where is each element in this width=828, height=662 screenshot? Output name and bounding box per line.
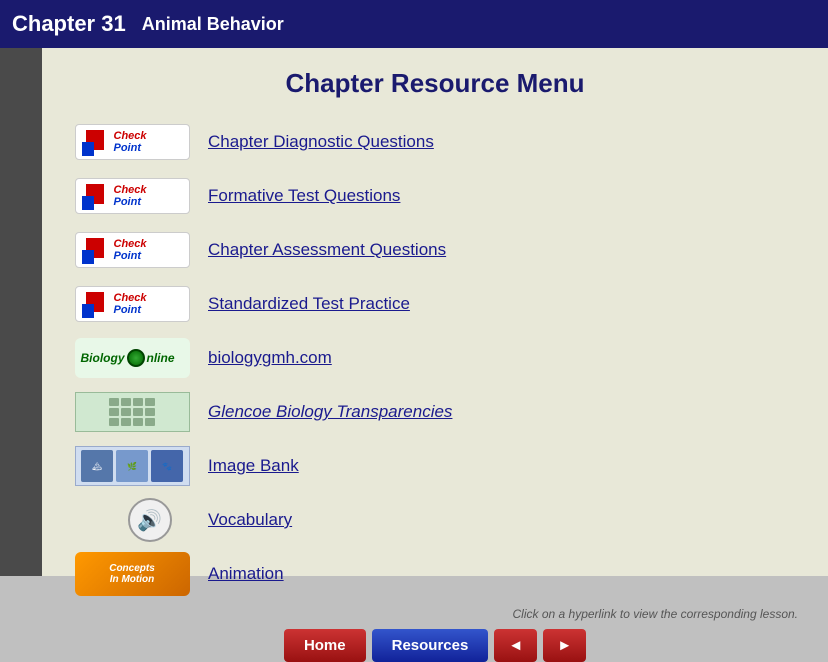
list-item: Check Point Formative Test Questions [72, 171, 798, 221]
photo-icon-3: 🐾 [151, 450, 183, 482]
flag-icon-3 [82, 236, 110, 264]
list-item: Check Point Chapter Diagnostic Questions [72, 117, 798, 167]
imagebank-link[interactable]: Image Bank [208, 456, 299, 476]
list-item: 🔊 Vocabulary [72, 495, 798, 545]
menu-title: Chapter Resource Menu [72, 68, 798, 99]
flag-icon-4 [82, 290, 110, 318]
prev-button[interactable]: ◄ [494, 629, 537, 662]
list-item: Biology nline biologygmh.com [72, 333, 798, 383]
grid-icon [109, 398, 155, 426]
click-note: Click on a hyperlink to view the corresp… [513, 607, 798, 621]
list-item: Check Point Standardized Test Practice [72, 279, 798, 329]
diagnostic-link[interactable]: Chapter Diagnostic Questions [208, 132, 434, 152]
checkpoint-icon-4: Check Point [72, 283, 192, 325]
list-item: Glencoe Biology Transparencies [72, 387, 798, 437]
vocabulary-icon: 🔊 [72, 499, 192, 541]
speaker-icon: 🔊 [128, 498, 172, 542]
biology-online-icon: Biology nline [72, 337, 192, 379]
transparencies-icon [72, 391, 192, 433]
main-area: Chapter Resource Menu Check Point [0, 48, 828, 576]
formative-link[interactable]: Formative Test Questions [208, 186, 400, 206]
imagebank-icon: 🏔 🌿 🐾 [72, 445, 192, 487]
transparencies-link[interactable]: Glencoe Biology Transparencies [208, 402, 452, 422]
cp-badge-2: Check Point [75, 178, 190, 214]
home-button[interactable]: Home [284, 629, 366, 662]
list-item: 🏔 🌿 🐾 Image Bank [72, 441, 798, 491]
photo-icon-1: 🏔 [81, 450, 113, 482]
biology-link[interactable]: biologygmh.com [208, 348, 332, 368]
menu-items: Check Point Chapter Diagnostic Questions [72, 117, 798, 599]
photo-icon-2: 🌿 [116, 450, 148, 482]
animation-icon: ConceptsIn Motion [72, 553, 192, 595]
globe-icon [127, 349, 145, 367]
flag-icon-2 [82, 182, 110, 210]
chapter-label: Chapter 31 [12, 11, 126, 37]
standardized-link[interactable]: Standardized Test Practice [208, 294, 410, 314]
list-item: Check Point Chapter Assessment Questions [72, 225, 798, 275]
page-header: Chapter 31 Animal Behavior [0, 0, 828, 48]
cp-badge-3: Check Point [75, 232, 190, 268]
list-item: ConceptsIn Motion Animation [72, 549, 798, 599]
assessment-link[interactable]: Chapter Assessment Questions [208, 240, 446, 260]
header-title: Animal Behavior [142, 14, 284, 35]
cp-badge-4: Check Point [75, 286, 190, 322]
checkpoint-icon-3: Check Point [72, 229, 192, 271]
sidebar [0, 48, 42, 576]
animation-link[interactable]: Animation [208, 564, 284, 584]
footer: Click on a hyperlink to view the corresp… [72, 607, 798, 662]
concepts-motion-badge: ConceptsIn Motion [75, 552, 190, 596]
cp-badge-1: Check Point [75, 124, 190, 160]
resources-button[interactable]: Resources [372, 629, 489, 662]
checkpoint-icon-2: Check Point [72, 175, 192, 217]
nav-buttons: Home Resources ◄ ► [72, 629, 798, 662]
checkpoint-icon-1: Check Point [72, 121, 192, 163]
vocabulary-link[interactable]: Vocabulary [208, 510, 292, 530]
next-button[interactable]: ► [543, 629, 586, 662]
content-wrapper: Chapter Resource Menu Check Point [42, 48, 828, 576]
flag-icon-1 [82, 128, 110, 156]
